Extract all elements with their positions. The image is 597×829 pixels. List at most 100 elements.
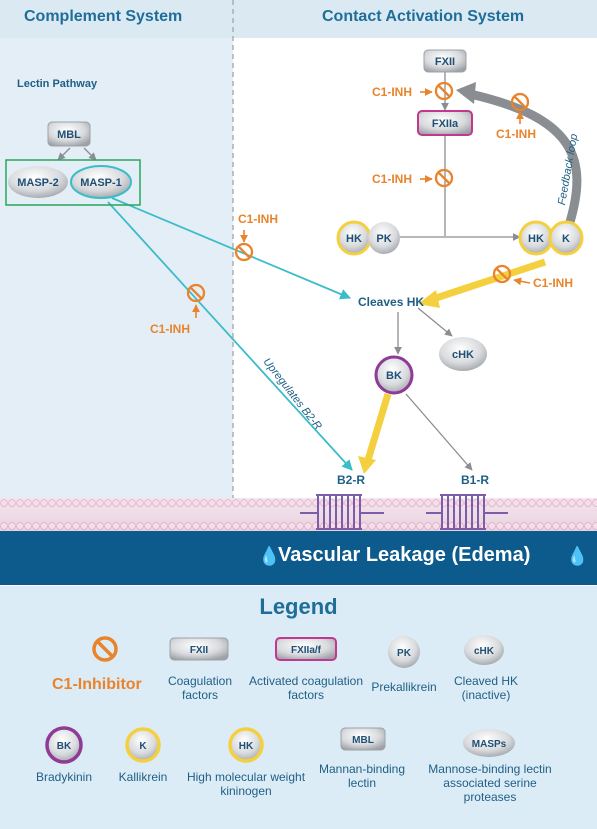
lipid-head [392, 522, 400, 530]
lipid-head [424, 499, 432, 507]
lipid-head [96, 499, 104, 507]
lipid-head [32, 522, 40, 530]
legend-masps-desc: Mannose-binding lectin associated serine… [428, 762, 552, 804]
lipid-head [208, 499, 216, 507]
lipid-head [544, 499, 552, 507]
fxiia-label: FXIIa [432, 118, 459, 130]
lipid-head [104, 522, 112, 530]
lipid-head [64, 522, 72, 530]
lipid-head [168, 522, 176, 530]
lipid-head [176, 499, 184, 507]
cleaves-hk-label: Cleaves HK [358, 295, 425, 309]
b2r-label: B2-R [337, 473, 366, 487]
lipid-head [368, 499, 376, 507]
mbl-label: MBL [57, 129, 81, 141]
lipid-head [16, 499, 24, 507]
lipid-head [72, 499, 80, 507]
lipid-head [0, 499, 8, 507]
c1-inh-label-masp-b2r: C1-INH [150, 322, 191, 336]
contact-system-header: Contact Activation System [322, 8, 525, 25]
lipid-head [0, 522, 8, 530]
lipid-head [560, 522, 568, 530]
legend-hk-desc: High molecular weight kininogen [186, 770, 306, 798]
lipid-head [568, 499, 576, 507]
lipid-head [16, 522, 24, 530]
lipid-head [256, 522, 264, 530]
lipid-head [552, 499, 560, 507]
lipid-head [400, 522, 408, 530]
lipid-head [400, 499, 408, 507]
lipid-head [376, 522, 384, 530]
lipid-head [216, 522, 224, 530]
lipid-head [488, 499, 496, 507]
lipid-head [32, 499, 40, 507]
lipid-head [416, 522, 424, 530]
lipid-head [232, 499, 240, 507]
lectin-pathway-label: Lectin Pathway [17, 78, 98, 90]
lipid-head [224, 522, 232, 530]
legend-bk-text: BK [57, 741, 72, 752]
lipid-head [304, 499, 312, 507]
legend-chk-desc: Cleaved HK (inactive) [453, 674, 519, 702]
lipid-head [240, 522, 248, 530]
lipid-head [192, 499, 200, 507]
legend-masps-text: MASPs [472, 739, 507, 750]
legend-mbl-desc: Mannan-binding lectin [318, 762, 406, 790]
lipid-head [528, 499, 536, 507]
legend-k-text: K [139, 741, 147, 752]
lipid-head [280, 522, 288, 530]
lipid-head [288, 522, 296, 530]
lipid-head [520, 522, 528, 530]
lipid-head [48, 522, 56, 530]
lipid-head [192, 522, 200, 530]
lipid-head [200, 499, 208, 507]
lipid-head [104, 499, 112, 507]
complement-panel-bg [0, 0, 233, 498]
lipid-head [392, 499, 400, 507]
lipid-head [264, 522, 272, 530]
lipid-head [176, 522, 184, 530]
lipid-head [168, 499, 176, 507]
masp2-label: MASP-2 [17, 177, 59, 189]
lipid-head [136, 499, 144, 507]
lipid-head [552, 522, 560, 530]
lipid-head [592, 499, 597, 507]
lipid-head [112, 522, 120, 530]
lipid-head [584, 522, 592, 530]
lipid-head [584, 499, 592, 507]
hk-left-label: HK [346, 233, 362, 245]
lipid-head [96, 522, 104, 530]
lipid-head [360, 499, 368, 507]
lipid-head [152, 522, 160, 530]
lipid-head [24, 499, 32, 507]
lipid-head [536, 522, 544, 530]
lipid-head [280, 499, 288, 507]
legend-bk-desc: Bradykinin [35, 770, 93, 784]
lipid-head [432, 522, 440, 530]
lipid-head [144, 499, 152, 507]
c1-inh-label-fxii: C1-INH [372, 85, 413, 99]
lipid-head [8, 499, 16, 507]
chk-label: cHK [452, 349, 474, 361]
lipid-head [496, 522, 504, 530]
lipid-head [256, 499, 264, 507]
b1r-label: B1-R [461, 473, 490, 487]
lipid-head [48, 499, 56, 507]
masp1-label: MASP-1 [80, 177, 122, 189]
lipid-head [304, 522, 312, 530]
lipid-head [368, 522, 376, 530]
lipid-head [488, 522, 496, 530]
lipid-head [216, 499, 224, 507]
legend-k-desc: Kallikrein [118, 770, 168, 784]
lipid-head [272, 522, 280, 530]
legend-fxiia-text: FXIIa/f [291, 645, 322, 656]
lipid-head [8, 522, 16, 530]
lipid-head [528, 522, 536, 530]
pk-label: PK [376, 233, 391, 245]
lipid-head [184, 499, 192, 507]
lipid-head [80, 499, 88, 507]
lipid-head [296, 522, 304, 530]
drop-icon-right: 💧 [566, 546, 589, 566]
lipid-head [88, 522, 96, 530]
legend-hk-text: HK [239, 741, 254, 752]
